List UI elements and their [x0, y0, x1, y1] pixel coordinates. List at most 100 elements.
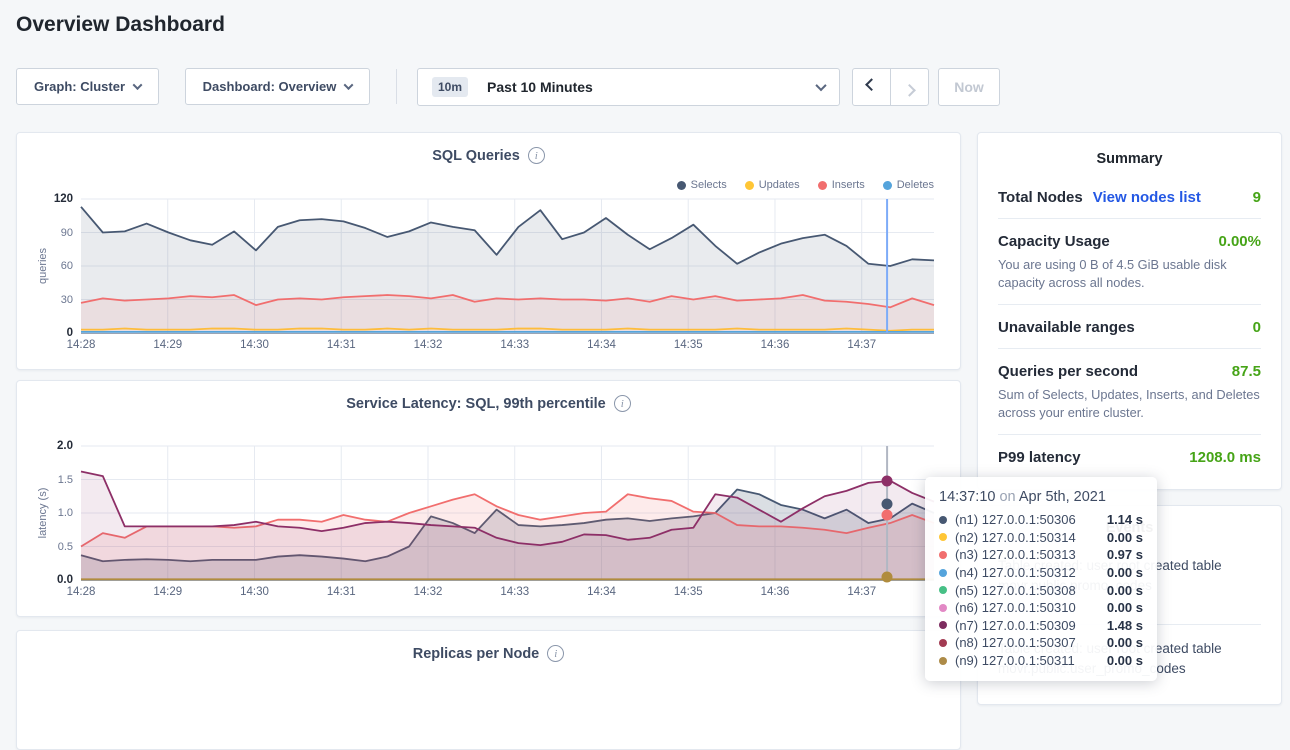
tooltip-node-address: (n4) 127.0.0.1:50312: [955, 565, 1099, 580]
tooltip-node-address: (n2) 127.0.0.1:50314: [955, 530, 1099, 545]
tooltip-node-row: (n1) 127.0.0.1:503061.14 s: [939, 511, 1143, 529]
time-shift-next-button[interactable]: [890, 68, 929, 106]
x-axis-tick: 14:33: [500, 339, 529, 351]
page-title: Overview Dashboard: [16, 13, 225, 37]
info-icon[interactable]: i: [614, 395, 631, 412]
summary-row-label: Queries per second: [998, 363, 1138, 380]
summary-panel: Summary Total NodesView nodes list9 Capac…: [977, 132, 1282, 490]
summary-row-value: 0: [1253, 319, 1261, 336]
tooltip-timestamp: 14:37:10 on Apr 5th, 2021: [939, 489, 1143, 505]
service-latency-chart-card: Service Latency: SQL, 99th percentile i …: [16, 380, 961, 617]
x-axis-tick: 14:29: [153, 586, 182, 598]
info-icon[interactable]: i: [528, 147, 545, 164]
replicas-per-node-chart-card: Replicas per Node i: [16, 630, 961, 750]
x-axis-tick: 14:33: [500, 586, 529, 598]
summary-row-description: You are using 0 B of 4.5 GiB usable disk…: [998, 256, 1261, 292]
y-axis-tick: 0.0: [57, 574, 73, 586]
tooltip-node-address: (n1) 127.0.0.1:50306: [955, 512, 1099, 527]
x-axis-tick: 14:34: [587, 586, 616, 598]
x-axis-tick: 14:32: [414, 339, 443, 351]
chart-plot-area[interactable]: 0306090120queries14:2814:2914:3014:3114:…: [81, 199, 934, 334]
y-axis-label: latency (s): [37, 488, 49, 539]
series-color-dot: [939, 569, 947, 577]
summary-title: Summary: [978, 133, 1281, 175]
tooltip-node-row: (n7) 127.0.0.1:50309 1.48 s: [939, 617, 1143, 635]
time-range-dropdown[interactable]: 10m Past 10 Minutes: [417, 68, 840, 106]
y-axis-tick: 60: [61, 260, 73, 272]
chart-canvas[interactable]: [81, 199, 934, 333]
tooltip-node-row: (n8) 127.0.0.1:503070.00 s: [939, 634, 1143, 652]
tooltip-node-value: 1.48 s: [1107, 618, 1143, 633]
info-icon[interactable]: i: [547, 645, 564, 662]
x-axis-tick: 14:36: [761, 339, 790, 351]
y-axis-tick: 30: [61, 294, 73, 306]
dashboard-selector-dropdown[interactable]: Dashboard: Overview: [185, 68, 370, 105]
tooltip-node-row: (n5) 127.0.0.1:503080.00 s: [939, 581, 1143, 599]
chevron-down-icon: [344, 80, 354, 90]
tooltip-node-value: 0.97 s: [1107, 547, 1143, 562]
tooltip-node-value: 0.00 s: [1107, 600, 1143, 615]
now-button[interactable]: Now: [938, 68, 1000, 106]
x-axis-tick: 14:30: [240, 586, 269, 598]
x-axis-tick: 14:28: [67, 586, 96, 598]
tooltip-node-row: (n2) 127.0.0.1:50314 0.00 s: [939, 529, 1143, 547]
tooltip-node-value: 0.00 s: [1107, 653, 1143, 668]
graph-selector-label: Graph: Cluster: [34, 79, 125, 94]
crosshair-value-dot: [882, 498, 893, 509]
legend-item-selects[interactable]: Selects: [677, 179, 727, 191]
summary-row-label: Unavailable ranges: [998, 319, 1135, 336]
summary-row: Queries per second 87.5: [998, 363, 1261, 380]
chart-title: Replicas per Node: [413, 646, 540, 662]
tooltip-node-row: (n6) 127.0.0.1:503100.00 s: [939, 599, 1143, 617]
y-axis-tick: 1.5: [58, 474, 73, 486]
summary-section: Total NodesView nodes list9: [998, 175, 1261, 219]
chart-title: Service Latency: SQL, 99th percentile: [346, 396, 606, 412]
tooltip-node-value: 0.00 s: [1107, 583, 1143, 598]
summary-section: Queries per second87.5Sum of Selects, Up…: [998, 349, 1261, 435]
y-axis-tick: 2.0: [57, 440, 73, 452]
x-axis-tick: 14:28: [67, 339, 96, 351]
legend-color-dot: [883, 181, 892, 190]
summary-row: Capacity Usage0.00%: [998, 233, 1261, 250]
chart-plot-area[interactable]: 0.00.51.01.52.0latency (s)14:2814:2914:3…: [81, 446, 934, 581]
summary-row: Total NodesView nodes list9: [998, 189, 1261, 206]
x-axis-tick: 14:35: [674, 586, 703, 598]
chevron-left-icon: [865, 78, 878, 91]
dashboard-selector-label: Dashboard: Overview: [203, 79, 337, 94]
series-color-dot: [939, 551, 947, 559]
summary-row-label: P99 latency: [998, 449, 1081, 466]
crosshair-value-dot: [882, 475, 893, 486]
x-axis-tick: 14:37: [847, 339, 876, 351]
tooltip-node-value: 0.00 s: [1107, 530, 1143, 545]
summary-row-value: 87.5: [1232, 363, 1261, 380]
legend-label: Deletes: [897, 179, 934, 191]
legend-item-updates[interactable]: Updates: [745, 179, 800, 191]
y-axis-tick: 120: [54, 193, 73, 205]
time-shift-button-group: [852, 68, 929, 106]
chart-hover-tooltip: 14:37:10 on Apr 5th, 2021 (n1) 127.0.0.1…: [925, 477, 1157, 681]
y-axis-tick: 1.0: [58, 507, 73, 519]
chart-canvas[interactable]: [81, 446, 934, 580]
tooltip-node-address: (n7) 127.0.0.1:50309: [955, 618, 1099, 633]
y-axis-tick: 0: [67, 327, 73, 339]
series-color-dot: [939, 604, 947, 612]
summary-row-value: 0.00%: [1218, 233, 1261, 250]
legend-label: Inserts: [832, 179, 865, 191]
view-nodes-list-link[interactable]: View nodes list: [1093, 189, 1201, 206]
summary-row-value: 1208.0 ms: [1189, 449, 1261, 466]
x-axis-tick: 14:29: [153, 339, 182, 351]
chevron-down-icon: [815, 80, 826, 91]
legend-item-inserts[interactable]: Inserts: [818, 179, 865, 191]
legend-item-deletes[interactable]: Deletes: [883, 179, 934, 191]
summary-section: Capacity Usage0.00% You are using 0 B of …: [998, 219, 1261, 305]
summary-row: P99 latency 1208.0 ms: [998, 449, 1261, 466]
summary-row: Unavailable ranges 0: [998, 319, 1261, 336]
chevron-down-icon: [133, 80, 143, 90]
time-shift-prev-button[interactable]: [852, 68, 891, 106]
tooltip-node-value: 0.00 s: [1107, 565, 1143, 580]
graph-selector-dropdown[interactable]: Graph: Cluster: [16, 68, 159, 105]
chevron-right-icon: [903, 83, 916, 96]
x-axis-tick: 14:32: [414, 586, 443, 598]
x-axis-tick: 14:31: [327, 339, 356, 351]
x-axis-tick: 14:36: [761, 586, 790, 598]
